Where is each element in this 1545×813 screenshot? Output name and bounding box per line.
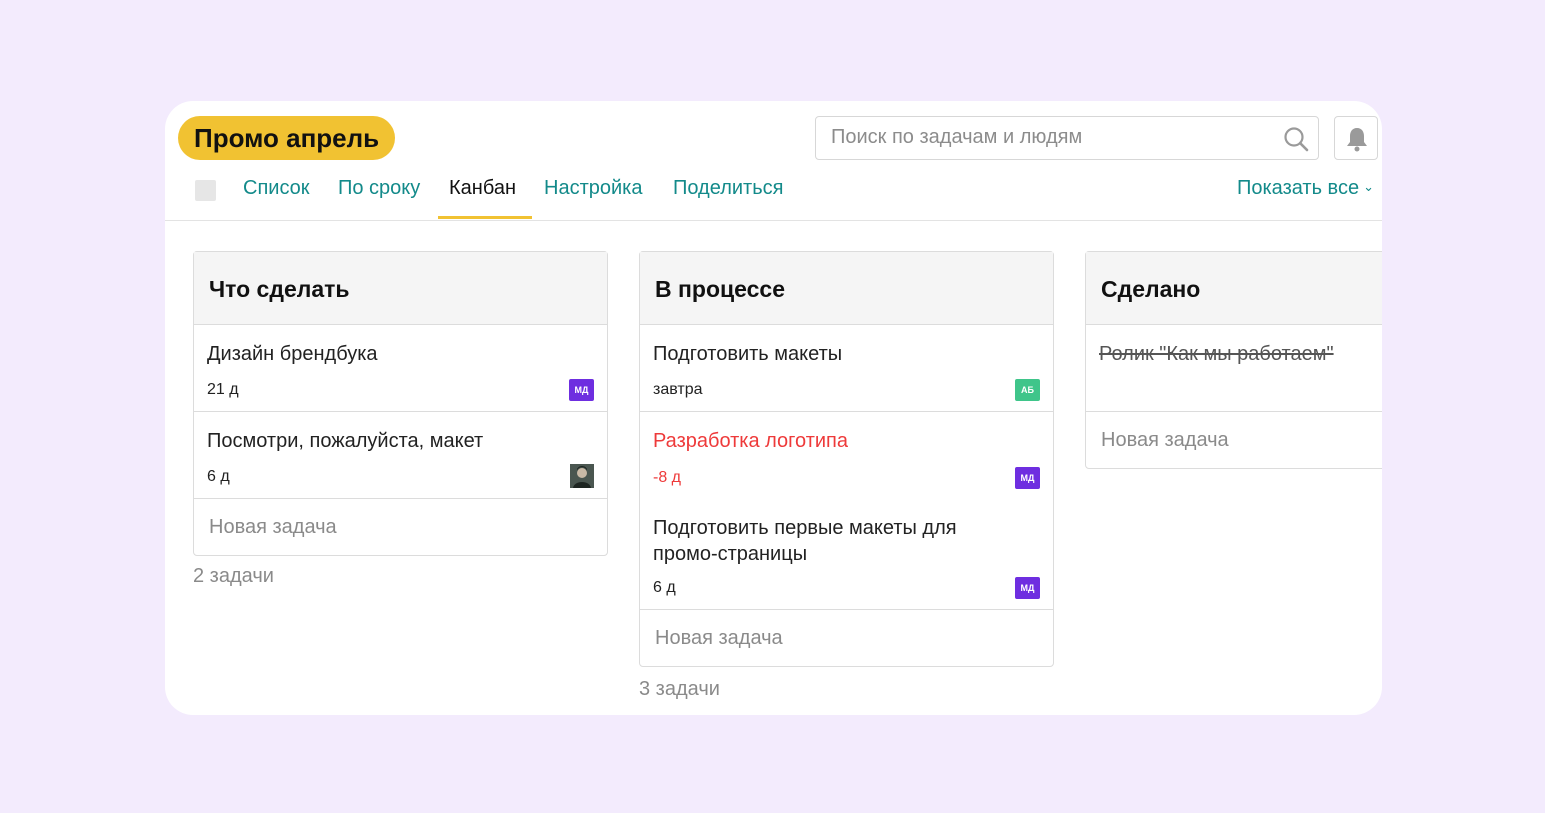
column-done: Сделано Ролик "Как мы работаем" Новая за… bbox=[1085, 251, 1382, 469]
tab-settings[interactable]: Настройка bbox=[544, 177, 642, 200]
task-title: Ролик "Как мы работаем" bbox=[1099, 343, 1334, 365]
project-window: Промо апрель Список По сроку Канбан Наст… bbox=[165, 101, 1382, 715]
task-title: Посмотри, пожалуйста, макет bbox=[207, 430, 484, 452]
task-card[interactable]: Подготовить макеты завтра АБ bbox=[640, 325, 1053, 412]
task-title: Разработка логотипа bbox=[653, 430, 848, 452]
task-card[interactable]: Посмотри, пожалуйста, макет 6 д bbox=[194, 412, 607, 499]
search-box[interactable] bbox=[815, 116, 1319, 160]
avatar[interactable]: МД bbox=[1015, 577, 1040, 599]
project-title[interactable]: Промо апрель bbox=[178, 116, 396, 160]
search-icon[interactable] bbox=[1282, 125, 1310, 153]
avatar[interactable]: МД bbox=[1015, 467, 1040, 489]
task-due: завтра bbox=[653, 381, 703, 398]
tab-kanban[interactable]: Канбан bbox=[449, 177, 516, 200]
avatar[interactable]: АБ bbox=[1015, 379, 1040, 401]
task-title: Подготовить макеты bbox=[653, 343, 843, 365]
avatar[interactable]: МД bbox=[569, 379, 594, 401]
task-card[interactable]: Подготовить первые макеты для промо-стра… bbox=[640, 499, 1053, 610]
column-todo: Что сделать Дизайн брендбука 21 д МД Пос… bbox=[193, 251, 608, 556]
show-all-dropdown[interactable]: Показать все ⌄ bbox=[1237, 177, 1374, 200]
task-title: Дизайн брендбука bbox=[207, 343, 378, 365]
search-input[interactable] bbox=[831, 117, 1271, 157]
column-in-progress: В процессе Подготовить макеты завтра АБ … bbox=[639, 251, 1054, 667]
new-task-button[interactable]: Новая задача bbox=[194, 499, 607, 555]
new-task-button[interactable]: Новая задача bbox=[640, 610, 1053, 666]
task-card[interactable]: Дизайн брендбука 21 д МД bbox=[194, 325, 607, 412]
notifications-button[interactable] bbox=[1334, 116, 1378, 160]
tab-list[interactable]: Список bbox=[243, 177, 310, 200]
task-card[interactable]: Ролик "Как мы работаем" bbox=[1086, 325, 1382, 412]
view-tabs: Список По сроку Канбан Настройка Поделит… bbox=[165, 167, 1382, 221]
select-all-checkbox[interactable] bbox=[195, 180, 216, 201]
task-count: 2 задачи bbox=[193, 565, 274, 587]
bell-icon bbox=[1347, 128, 1367, 152]
task-card[interactable]: Разработка логотипа -8 д МД bbox=[640, 412, 1053, 499]
task-due: 6 д bbox=[207, 468, 230, 485]
column-title: Сделано bbox=[1086, 252, 1382, 325]
new-task-button[interactable]: Новая задача bbox=[1086, 412, 1382, 468]
tab-by-deadline[interactable]: По сроку bbox=[338, 177, 420, 200]
task-due: 6 д bbox=[653, 579, 676, 596]
chevron-down-icon: ⌄ bbox=[1363, 179, 1374, 194]
show-all-label: Показать все bbox=[1236, 177, 1360, 199]
active-tab-indicator bbox=[438, 216, 532, 219]
column-title: В процессе bbox=[640, 252, 1053, 325]
column-title: Что сделать bbox=[194, 252, 607, 325]
task-due: 21 д bbox=[207, 381, 239, 398]
task-count: 3 задачи bbox=[639, 678, 720, 700]
task-due-overdue: -8 д bbox=[653, 469, 682, 486]
task-title: Подготовить первые макеты для промо-стра… bbox=[653, 517, 957, 565]
user-photo-icon bbox=[570, 464, 594, 488]
avatar-photo[interactable] bbox=[570, 464, 594, 488]
tab-share[interactable]: Поделиться bbox=[673, 177, 783, 200]
